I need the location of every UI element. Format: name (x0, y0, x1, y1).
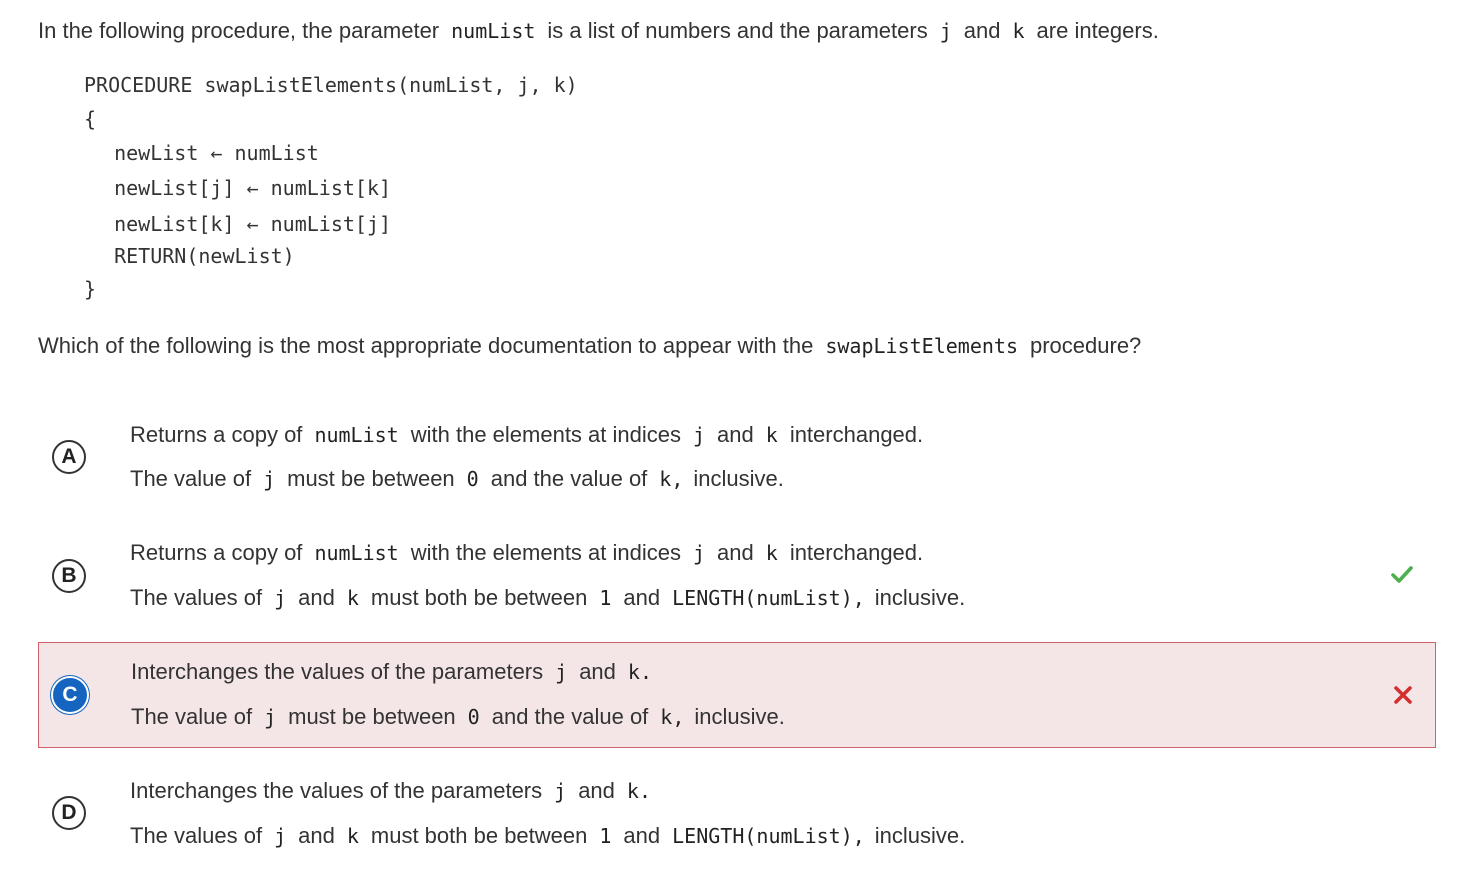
opt-c-l2-3: 0 (467, 705, 480, 729)
opt-d-l1-0: Interchanges the values of the parameter… (130, 778, 543, 803)
opt-c-l2-6: inclusive. (694, 704, 785, 729)
opt-b-l2-5: 1 (599, 586, 612, 610)
opt-a-l2-4: and the value of (490, 466, 648, 491)
option-a-line-2: The value of j must be between 0 and the val… (130, 464, 784, 494)
option-b-line-1: Returns a copy of numList with the element… (130, 538, 923, 568)
opt-c-l1-3: k. (627, 660, 652, 684)
code-line-6: RETURN(newList) (90, 244, 295, 268)
code-line-3: newList ← numList (90, 141, 319, 165)
opt-b-l1-4: and (717, 540, 754, 565)
opt-a-l2-5: k, (659, 467, 684, 491)
option-d-line-1: Interchanges the values of the parameter… (130, 776, 663, 806)
intro-code-k: k (1012, 19, 1025, 43)
code-line-1: PROCEDURE swapListElements(numList, j, k… (84, 73, 578, 97)
opt-a-l1-4: and (717, 422, 754, 447)
answer-option-a[interactable]: A Returns a copy of numList with the eleme… (38, 404, 1436, 512)
opt-b-l2-3: k (346, 586, 359, 610)
opt-c-l1-0: Interchanges the values of the parameter… (131, 659, 544, 684)
opt-a-l1-0: Returns a copy of (130, 422, 303, 447)
opt-a-l1-5: k (765, 423, 778, 447)
opt-d-l1-1: j (554, 779, 567, 803)
opt-b-l1-0: Returns a copy of (130, 540, 303, 565)
question-text-1: Which of the following is the most appro… (38, 333, 814, 358)
opt-b-l1-3: j (693, 541, 706, 565)
code-line-5: newList[k] ← numList[j] (90, 212, 392, 236)
intro-text-2: is a list of numbers and the parameters (547, 18, 928, 43)
opt-b-l2-0: The values of (130, 585, 263, 610)
opt-d-l2-3: k (346, 824, 359, 848)
opt-d-l2-1: j (274, 824, 287, 848)
opt-c-l2-5: k, (660, 705, 685, 729)
opt-c-l2-0: The value of (131, 704, 253, 729)
option-letter-a: A (52, 440, 86, 474)
option-b-line-2: The values of j and k must both be between 1 a… (130, 583, 965, 613)
opt-c-l2-2: must be between (288, 704, 456, 729)
option-c-line-2: The value of j must be between 0 and the val… (131, 702, 785, 732)
opt-a-l2-6: inclusive. (693, 466, 784, 491)
opt-a-l1-6: interchanged. (789, 422, 924, 447)
opt-b-l1-2: with the elements at indices (410, 540, 681, 565)
intro-text: In the following procedure, the paramete… (38, 16, 1159, 46)
intro-code-numlist: numList (451, 19, 536, 43)
opt-a-l2-2: must be between (287, 466, 455, 491)
opt-c-l1-2: and (579, 659, 616, 684)
intro-text-1: In the following procedure, the paramete… (38, 18, 440, 43)
opt-b-l2-1: j (274, 586, 287, 610)
opt-d-l2-2: and (298, 823, 335, 848)
opt-d-l1-3: k. (626, 779, 651, 803)
opt-d-l2-8: inclusive. (874, 823, 966, 848)
option-letter-d: D (52, 796, 86, 830)
option-c-line-1: Interchanges the values of the parameter… (131, 657, 664, 687)
question-text-2: procedure? (1029, 333, 1142, 358)
opt-b-l2-4: must both be between (370, 585, 588, 610)
x-icon (1394, 686, 1412, 704)
opt-a-l1-3: j (693, 423, 706, 447)
option-d-line-2: The values of j and k must both be between 1 a… (130, 821, 965, 851)
opt-a-l1-1: numList (314, 423, 399, 447)
option-letter-b: B (52, 559, 86, 593)
option-a-line-1: Returns a copy of numList with the element… (130, 420, 923, 450)
option-letter-c: C (53, 678, 87, 712)
intro-code-j: j (939, 19, 952, 43)
opt-a-l2-0: The value of (130, 466, 252, 491)
opt-b-l2-8: inclusive. (874, 585, 966, 610)
opt-b-l1-1: numList (314, 541, 399, 565)
answer-option-b[interactable]: B Returns a copy of numList with the eleme… (38, 522, 1436, 632)
opt-b-l2-6: and (623, 585, 661, 610)
code-line-7: } (84, 277, 97, 301)
code-line-4: newList[j] ← numList[k] (90, 176, 392, 200)
opt-d-l2-4: must both be between (370, 823, 588, 848)
opt-d-l2-5: 1 (599, 824, 612, 848)
opt-d-l2-0: The values of (130, 823, 263, 848)
opt-b-l1-6: interchanged. (789, 540, 924, 565)
opt-a-l1-2: with the elements at indices (410, 422, 681, 447)
opt-a-l2-3: 0 (466, 467, 479, 491)
question-text: Which of the following is the most appro… (38, 331, 1141, 361)
opt-c-l2-4: and the value of (491, 704, 649, 729)
intro-text-3: and (963, 18, 1001, 43)
answer-option-c[interactable]: C Interchanges the values of the paramet… (38, 642, 1436, 748)
answer-option-d[interactable]: D Interchanges the values of the paramet… (38, 760, 1436, 870)
opt-b-l2-7: LENGTH(numList), (672, 586, 865, 610)
check-icon (1391, 566, 1413, 583)
opt-d-l2-6: and (623, 823, 661, 848)
code-line-2: { (84, 107, 97, 131)
question-code: swapListElements (825, 334, 1018, 358)
opt-c-l2-1: j (264, 705, 277, 729)
opt-a-l2-1: j (263, 467, 276, 491)
intro-text-4: are integers. (1036, 18, 1159, 43)
opt-c-l1-1: j (555, 660, 568, 684)
opt-b-l2-2: and (298, 585, 335, 610)
opt-d-l2-7: LENGTH(numList), (672, 824, 865, 848)
opt-b-l1-5: k (765, 541, 778, 565)
opt-d-l1-2: and (578, 778, 615, 803)
